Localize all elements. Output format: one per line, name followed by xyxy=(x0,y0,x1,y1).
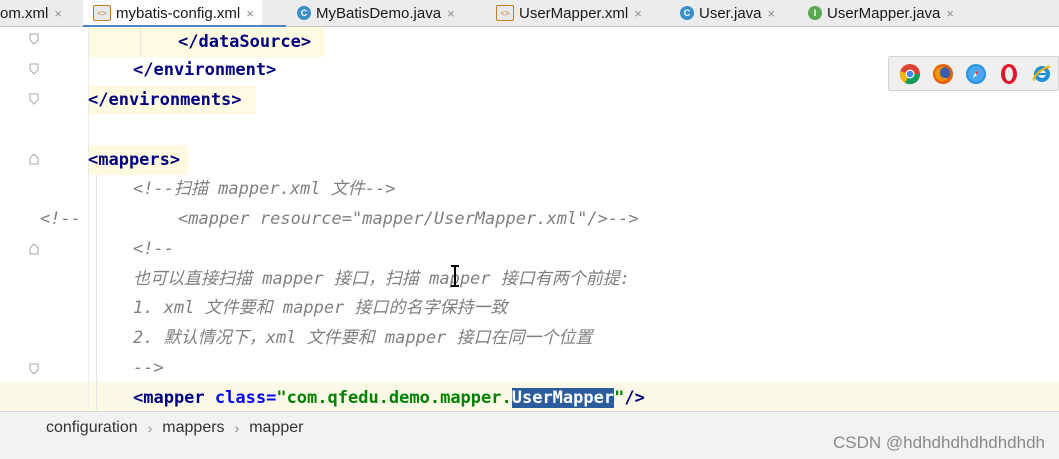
close-icon[interactable]: × xyxy=(946,6,954,21)
tab-label: UserMapper.xml xyxy=(519,4,629,22)
java-class-icon: C xyxy=(680,6,694,20)
breadcrumb-item-configuration[interactable]: configuration xyxy=(46,419,138,437)
editor-tab-bar: om.xml × <> mybatis-config.xml × C MyBat… xyxy=(0,0,1059,27)
fold-marker-icon[interactable] xyxy=(29,93,39,105)
xml-string: " xyxy=(614,388,625,408)
breadcrumb-separator: › xyxy=(234,419,240,436)
tab-label: mybatis-config.xml xyxy=(116,4,241,22)
close-icon[interactable]: × xyxy=(246,6,254,21)
chrome-icon[interactable] xyxy=(899,63,921,85)
xml-string: "com.qfedu.demo.mapper. xyxy=(276,388,512,408)
gutter-comment-marker: <!-- xyxy=(40,209,81,229)
java-class-icon: C xyxy=(297,6,311,20)
tab-label: User.java xyxy=(699,4,762,22)
indent-guide xyxy=(96,175,97,410)
code-line-9: 1. xml 文件要和 mapper 接口的名字保持一致 xyxy=(133,298,508,318)
close-icon[interactable]: × xyxy=(768,6,776,21)
code-line-5: <!--扫描 mapper.xml 文件--> xyxy=(133,179,396,199)
open-in-browser-popup xyxy=(888,56,1059,91)
code-line-2: </environment> xyxy=(133,60,277,80)
fold-marker-icon[interactable] xyxy=(29,63,39,75)
fold-marker-icon[interactable] xyxy=(29,153,39,165)
safari-icon[interactable] xyxy=(965,63,987,85)
tab-om-xml[interactable]: om.xml × xyxy=(0,0,62,26)
code-line-6: <mapper resource="mapper/UserMapper.xml"… xyxy=(178,209,639,229)
xml-tag: /> xyxy=(624,388,645,408)
tab-mybatisdemo-java[interactable]: C MyBatisDemo.java × xyxy=(297,0,455,26)
tab-usermapper-java[interactable]: I UserMapper.java × xyxy=(808,0,954,26)
tab-label: MyBatisDemo.java xyxy=(316,4,442,22)
xml-attribute: class= xyxy=(214,388,277,408)
ie-icon[interactable] xyxy=(1031,63,1053,85)
tab-mybatis-config-xml[interactable]: <> mybatis-config.xml × xyxy=(83,0,262,26)
java-interface-icon: I xyxy=(808,6,822,20)
close-icon[interactable]: × xyxy=(634,6,642,21)
xml-tag: <mapper xyxy=(133,388,205,408)
indent-guide xyxy=(140,27,141,57)
fold-marker-icon[interactable] xyxy=(29,363,39,375)
breadcrumb-separator: › xyxy=(147,419,153,436)
opera-icon[interactable] xyxy=(998,63,1020,85)
code-line-11: --> xyxy=(133,358,164,378)
code-line-8: 也可以直接扫描 mapper 接口，扫描 mapper 接口有两个前提: xyxy=(133,269,630,289)
fold-marker-icon[interactable] xyxy=(29,243,39,255)
xml-file-icon: <> xyxy=(496,5,514,21)
breadcrumb-item-mappers[interactable]: mappers xyxy=(162,419,224,437)
breadcrumb-item-mapper[interactable]: mapper xyxy=(249,419,303,437)
close-icon[interactable]: × xyxy=(54,6,62,21)
code-line-7: <!-- xyxy=(133,239,174,259)
tab-user-java[interactable]: C User.java × xyxy=(680,0,775,26)
code-line-4: <mappers> xyxy=(88,150,181,170)
watermark: CSDN @hdhdhdhdhdhdhdh xyxy=(833,433,1045,452)
tab-label: om.xml xyxy=(0,4,49,22)
code-line-1: </dataSource> xyxy=(178,32,312,52)
xml-file-icon: <> xyxy=(93,5,111,21)
tab-usermapper-xml[interactable]: <> UserMapper.xml × xyxy=(496,0,642,26)
selected-text[interactable]: UserMapper xyxy=(511,388,615,408)
code-line-12: <mapper class="com.qfedu.demo.mapper.Use… xyxy=(133,383,645,413)
code-line-10: 2. 默认情况下，xml 文件要和 mapper 接口在同一个位置 xyxy=(133,328,593,348)
fold-marker-icon[interactable] xyxy=(29,33,39,45)
code-line-3: </environments> xyxy=(88,90,242,110)
tab-label: UserMapper.java xyxy=(827,4,941,22)
firefox-icon[interactable] xyxy=(932,63,954,85)
close-icon[interactable]: × xyxy=(447,6,455,21)
text-cursor-icon xyxy=(451,265,459,287)
